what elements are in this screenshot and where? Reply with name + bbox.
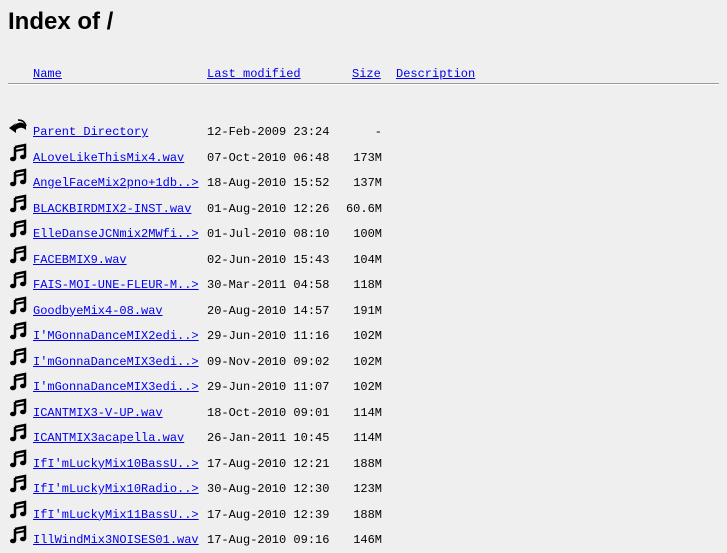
sound-icon xyxy=(8,168,28,188)
table-row: AngelFaceMix2pno+1db..> 18-Aug-2010 15:5… xyxy=(0,168,727,196)
file-size: 173M xyxy=(353,150,382,165)
sound-icon xyxy=(8,372,28,392)
last-modified: 30-Mar-2011 04:58 xyxy=(207,278,330,292)
last-modified: 01-Jul-2010 08:10 xyxy=(207,227,330,241)
sound-icon xyxy=(8,244,28,265)
table-row: Parent Directory 12-Feb-2009 23:24 - xyxy=(0,119,727,145)
sound-icon xyxy=(8,346,28,367)
last-modified: 29-Jun-2010 11:16 xyxy=(207,329,330,343)
file-size: 100M xyxy=(353,227,382,241)
file-size: 191M xyxy=(353,303,382,318)
sound-icon xyxy=(8,397,28,418)
file-link[interactable]: ElleDanseJCNmix2MWfi..> xyxy=(33,227,199,241)
last-modified: 12-Feb-2009 23:24 xyxy=(207,125,330,139)
file-link[interactable]: FACEBMIX9.wav xyxy=(33,253,127,267)
table-row: IfI'mLuckyMix10BassU..> 17-Aug-2010 12:2… xyxy=(0,448,727,477)
table-row: FAIS-MOI-UNE-FLEUR-M..> 30-Mar-2011 04:5… xyxy=(0,270,727,298)
last-modified: 07-Oct-2010 06:48 xyxy=(207,150,330,165)
file-link[interactable]: GoodbyeMix4-08.wav xyxy=(33,304,163,318)
table-row: I'MGonnaDanceMIX2edi..> 29-Jun-2010 11:1… xyxy=(0,321,727,349)
file-link[interactable]: I'mGonnaDanceMIX3edi..> xyxy=(33,380,199,394)
table-row: BLACKBIRDMIX2-INST.wav 01-Aug-2010 12:26… xyxy=(0,193,727,222)
parent-directory-link[interactable]: Parent Directory xyxy=(33,125,148,139)
column-headers: Name Last modified Size Description xyxy=(0,67,727,83)
sound-icon xyxy=(8,525,28,545)
file-size: 102M xyxy=(353,329,382,343)
sound-icon xyxy=(8,270,28,290)
file-size: 102M xyxy=(353,354,382,369)
last-modified: 09-Nov-2010 09:02 xyxy=(207,354,330,369)
table-row: I'mGonnaDanceMIX3edi..> 29-Jun-2010 11:0… xyxy=(0,372,727,400)
sound-icon xyxy=(8,142,28,163)
file-size: 118M xyxy=(353,278,382,292)
file-size: 60.6M xyxy=(345,201,382,216)
table-row: ALoveLikeThisMix4.wav 07-Oct-2010 06:48 … xyxy=(0,142,727,171)
file-size: 123M xyxy=(353,482,382,496)
sound-icon xyxy=(8,448,28,469)
file-link[interactable]: ICANTMIX3acapella.wav xyxy=(33,431,184,445)
file-link[interactable]: ICANTMIX3-V-UP.wav xyxy=(33,406,163,420)
last-modified: 17-Aug-2010 12:21 xyxy=(207,456,330,471)
file-size: 102M xyxy=(353,380,382,394)
last-modified: 18-Aug-2010 15:52 xyxy=(207,176,330,190)
table-row: ICANTMIX3-V-UP.wav 18-Oct-2010 09:01 114… xyxy=(0,397,727,426)
sort-by-size-link[interactable]: Size xyxy=(352,67,381,81)
sound-icon xyxy=(8,321,28,341)
file-link[interactable]: AngelFaceMix2pno+1db..> xyxy=(33,176,199,190)
file-size: 114M xyxy=(353,405,382,420)
sound-icon xyxy=(8,499,28,520)
last-modified: 30-Aug-2010 12:30 xyxy=(207,482,330,496)
last-modified: 02-Jun-2010 15:43 xyxy=(207,252,330,267)
file-link[interactable]: IfI'mLuckyMix10BassU..> xyxy=(33,457,199,471)
last-modified: 20-Aug-2010 14:57 xyxy=(207,303,330,318)
sound-icon xyxy=(8,423,28,443)
table-row: IfI'mLuckyMix10Radio..> 30-Aug-2010 12:3… xyxy=(0,474,727,502)
sound-icon xyxy=(8,193,28,214)
file-link[interactable]: I'MGonnaDanceMIX2edi..> xyxy=(33,329,199,343)
table-row: GoodbyeMix4-08.wav 20-Aug-2010 14:57 191… xyxy=(0,295,727,324)
table-row: ElleDanseJCNmix2MWfi..> 01-Jul-2010 08:1… xyxy=(0,219,727,247)
table-row: ICANTMIX3acapella.wav 26-Jan-2011 10:45 … xyxy=(0,423,727,451)
sound-icon xyxy=(8,474,28,494)
file-link[interactable]: I'mGonnaDanceMIX3edi..> xyxy=(33,355,199,369)
file-link[interactable]: ALoveLikeThisMix4.wav xyxy=(33,151,184,165)
sound-icon xyxy=(8,219,28,239)
sound-icon xyxy=(8,295,28,316)
file-size: 188M xyxy=(353,507,382,522)
file-size: 114M xyxy=(353,431,382,445)
file-link[interactable]: IfI'mLuckyMix10Radio..> xyxy=(33,482,199,496)
file-link[interactable]: FAIS-MOI-UNE-FLEUR-M..> xyxy=(33,278,199,292)
last-modified: 01-Aug-2010 12:26 xyxy=(207,201,330,216)
sort-by-modified-link[interactable]: Last modified xyxy=(207,67,301,81)
last-modified: 29-Jun-2010 11:07 xyxy=(207,380,330,394)
sort-by-name-link[interactable]: Name xyxy=(33,67,62,81)
last-modified: 18-Oct-2010 09:01 xyxy=(207,405,330,420)
file-size: 104M xyxy=(353,252,382,267)
table-row: IfI'mLuckyMix11BassU..> 17-Aug-2010 12:3… xyxy=(0,499,727,528)
sort-by-description-link[interactable]: Description xyxy=(396,67,475,81)
table-row: FACEBMIX9.wav 02-Jun-2010 15:43 104M xyxy=(0,244,727,273)
page-title: Index of / xyxy=(8,8,114,35)
last-modified: 26-Jan-2011 10:45 xyxy=(207,431,330,445)
file-size: 188M xyxy=(353,456,382,471)
back-icon xyxy=(8,117,28,137)
file-link[interactable]: IfI'mLuckyMix11BassU..> xyxy=(33,508,199,522)
divider xyxy=(8,83,719,85)
last-modified: 17-Aug-2010 12:39 xyxy=(207,507,330,522)
file-size: - xyxy=(374,125,382,139)
file-size: 137M xyxy=(353,176,382,190)
table-row: IllWindMix3NOISES01.wav 17-Aug-2010 09:1… xyxy=(0,525,727,553)
file-link[interactable]: BLACKBIRDMIX2-INST.wav xyxy=(33,202,191,216)
table-row: I'mGonnaDanceMIX3edi..> 09-Nov-2010 09:0… xyxy=(0,346,727,375)
